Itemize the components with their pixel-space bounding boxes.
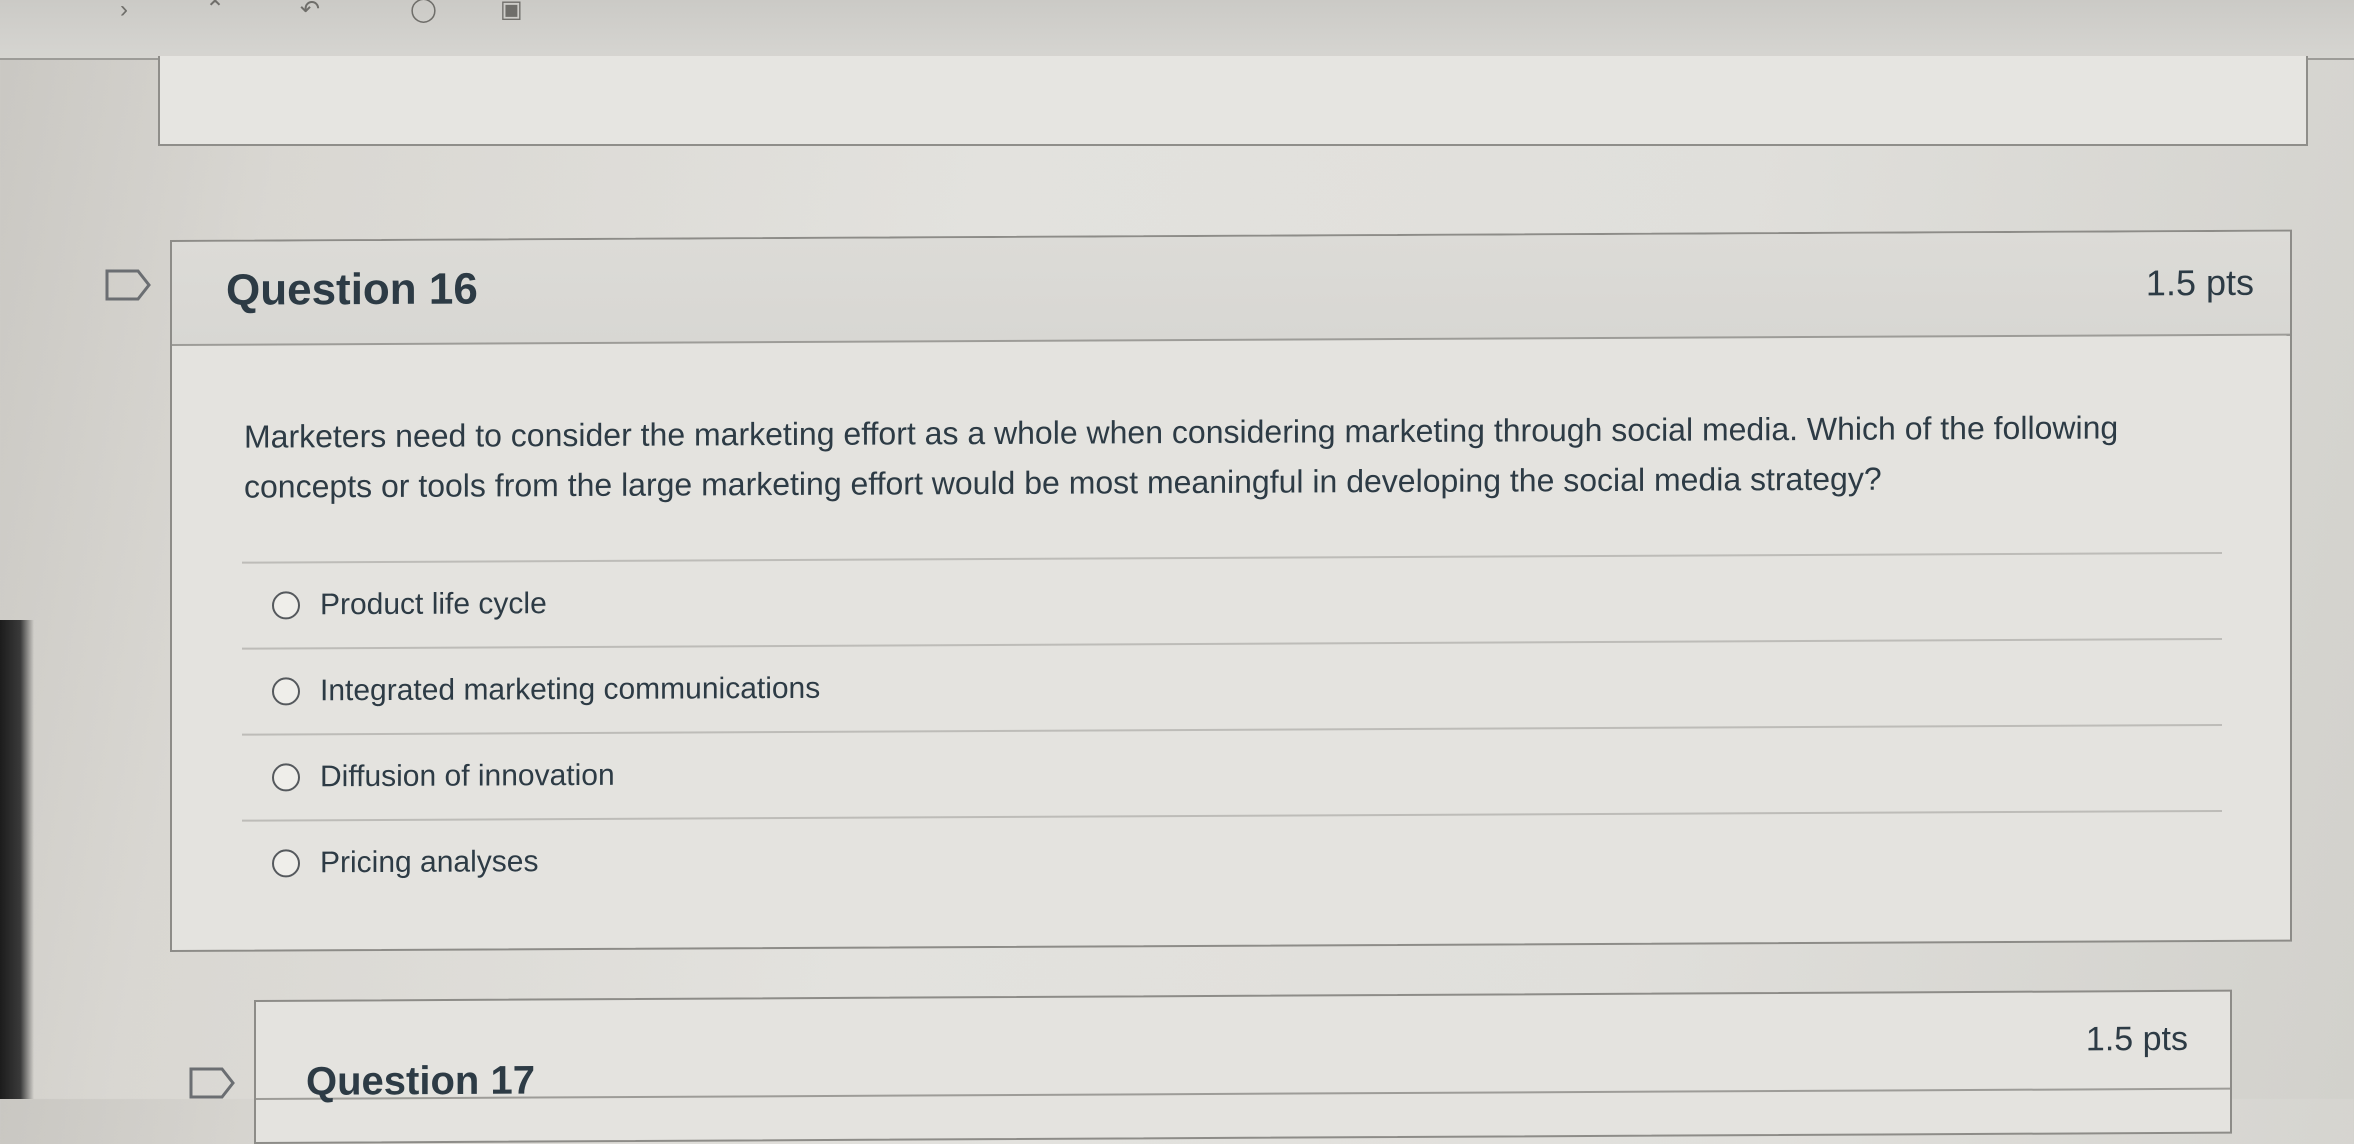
answer-list: Product life cycle Integrated marketing … — [242, 551, 2222, 906]
answer-option[interactable]: Pricing analyses — [242, 812, 2222, 906]
answer-option[interactable]: Diffusion of innovation — [242, 726, 2222, 820]
next-question-card: Question 17 1.5 pts — [254, 989, 2232, 1144]
radio-button[interactable] — [272, 763, 300, 792]
answer-option[interactable]: Product life cycle — [242, 554, 2222, 648]
question-points: 1.5 pts — [2145, 261, 2254, 304]
radio-button[interactable] — [272, 849, 300, 878]
screen-bezel-edge — [0, 620, 34, 1099]
question-card: Question 16 1.5 pts Marketers need to co… — [170, 229, 2292, 952]
answer-label: Pricing analyses — [320, 845, 539, 880]
radio-button[interactable] — [272, 677, 300, 706]
answer-label: Diffusion of innovation — [320, 758, 615, 794]
question-points: 1.5 pts — [2085, 1019, 2188, 1059]
chevron-icon[interactable]: › — [120, 0, 128, 22]
circle-icon[interactable]: ◯ — [410, 0, 437, 22]
question-title: Question 17 — [306, 1058, 535, 1104]
question-header: Question 16 1.5 pts — [172, 231, 2290, 346]
image-icon[interactable]: ▣ — [500, 0, 523, 22]
flag-question-icon[interactable] — [188, 1066, 236, 1100]
undo-icon[interactable]: ↶ — [300, 0, 320, 22]
answer-label: Integrated marketing communications — [320, 671, 821, 708]
flag-question-icon[interactable] — [104, 268, 152, 302]
question-text: Marketers need to consider the marketing… — [244, 409, 2119, 505]
answer-label: Product life cycle — [320, 587, 547, 622]
question-title: Question 16 — [226, 264, 478, 315]
editor-toolbar: › ⌃ ↶ ◯ ▣ — [0, 0, 2354, 60]
previous-answer-box — [158, 56, 2308, 146]
answer-option[interactable]: Integrated marketing communications — [242, 640, 2222, 734]
question-header: Question 17 1.5 pts — [256, 991, 2230, 1104]
radio-button[interactable] — [272, 591, 300, 620]
caret-icon[interactable]: ⌃ — [205, 0, 225, 22]
